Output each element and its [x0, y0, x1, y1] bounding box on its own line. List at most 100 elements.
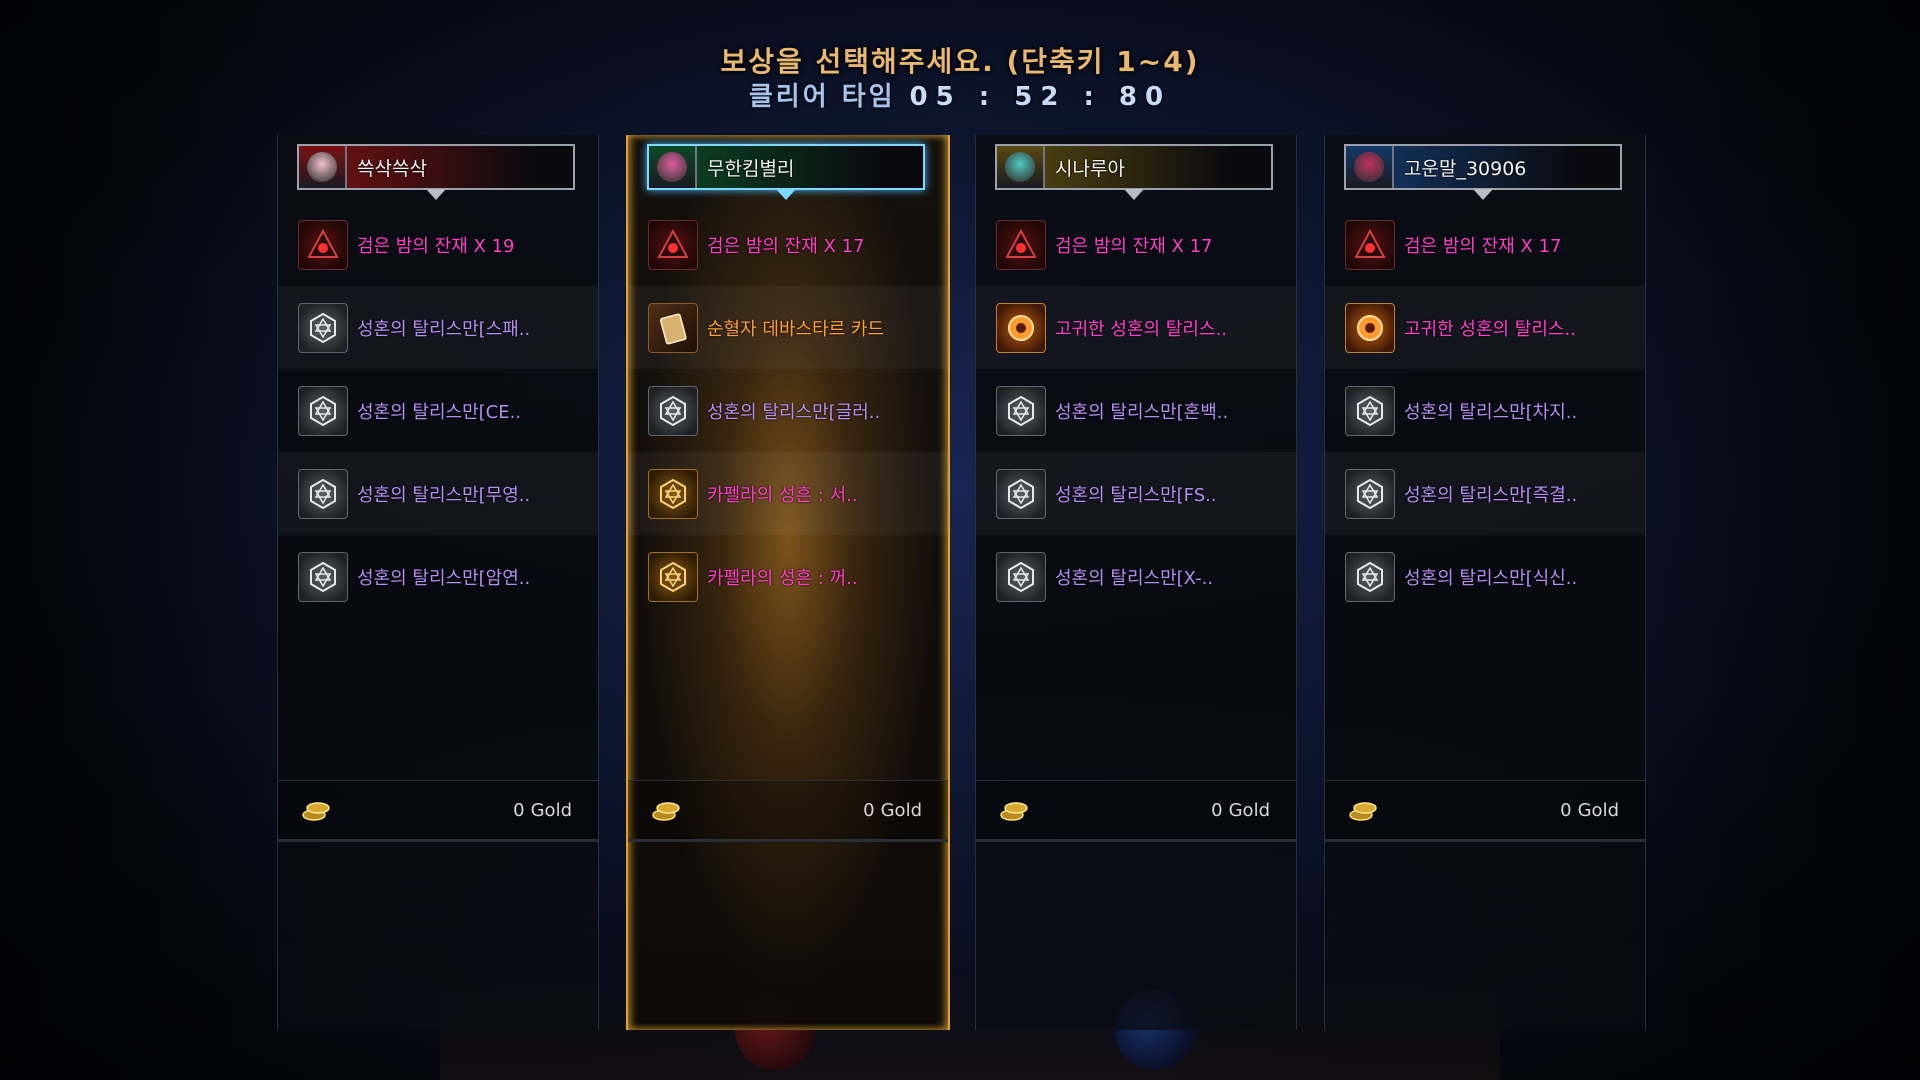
reward-item[interactable]: 카펠라의 성흔 : 꺼..: [628, 535, 948, 618]
dark-remnant-icon: [1345, 219, 1395, 270]
dark-remnant-icon: [648, 219, 698, 270]
nameplate-pointer-icon: [1473, 189, 1493, 200]
reward-item-name: 검은 밤의 잔재 X 19: [357, 235, 515, 257]
gold-value: 0: [1211, 799, 1223, 821]
reward-item-name: 성혼의 탈리스만[혼백..: [1055, 401, 1229, 423]
gold-coin-icon: [1347, 798, 1379, 822]
reward-panel-3[interactable]: 시나루아검은 밤의 잔재 X 17 고귀한 성혼의 탈리스.. 성혼의 탈리스만[혼…: [975, 135, 1297, 1030]
gold-reward: 0 Gold: [976, 780, 1296, 842]
hexagram-talisman-icon: [1345, 385, 1395, 436]
nameplate-pointer-icon: [776, 189, 796, 200]
avatar-face-icon: [307, 152, 337, 182]
hexagram-talisman-icon: [1345, 468, 1395, 519]
gold-amount: 0 Gold: [513, 800, 572, 821]
reward-item[interactable]: 고귀한 성혼의 탈리스..: [976, 286, 1296, 369]
gold-value: 0: [513, 799, 525, 821]
reward-item-name: 카펠라의 성흔 : 서..: [707, 484, 858, 506]
reward-item-name: 성혼의 탈리스만[즉결..: [1404, 484, 1578, 506]
reward-item[interactable]: 검은 밤의 잔재 X 19: [278, 203, 598, 286]
reward-item-name: 카펠라의 성흔 : 꺼..: [707, 567, 858, 589]
reward-item[interactable]: 성혼의 탈리스만[X-..: [976, 535, 1296, 618]
clear-time: 클리어 타임 05 : 52 : 80: [0, 76, 1920, 113]
reward-item[interactable]: 검은 밤의 잔재 X 17: [628, 203, 948, 286]
player-avatar: [1346, 146, 1394, 188]
reward-item[interactable]: 성혼의 탈리스만[CE..: [278, 369, 598, 452]
hexagram-talisman-icon: [298, 551, 348, 602]
reward-item-name: 검은 밤의 잔재 X 17: [707, 235, 865, 257]
hexagram-talisman-icon: [648, 385, 698, 436]
reward-item[interactable]: 검은 밤의 잔재 X 17: [1325, 203, 1645, 286]
nameplate-pointer-icon: [1124, 189, 1144, 200]
player-avatar: [997, 146, 1045, 188]
reward-item[interactable]: 성혼의 탈리스만[혼백..: [976, 369, 1296, 452]
player-avatar: [649, 146, 697, 188]
reward-item-name: 순혈자 데바스타르 카드: [707, 318, 885, 340]
reward-select-title: 보상을 선택해주세요. (단축키 1~4): [720, 45, 1200, 78]
reward-panel-2[interactable]: 무한킴별리검은 밤의 잔재 X 17 순혈자 데바스타르 카드성혼의 탈리스만[글…: [626, 135, 950, 1030]
reward-item-name: 성혼의 탈리스만[암연..: [357, 567, 531, 589]
player-avatar: [299, 146, 347, 188]
gold-unit: Gold: [1228, 799, 1270, 821]
noble-talisman-icon: [1345, 302, 1395, 353]
reward-item[interactable]: 고귀한 성혼의 탈리스..: [1325, 286, 1645, 369]
gold-unit: Gold: [530, 799, 572, 821]
reward-item[interactable]: 검은 밤의 잔재 X 17: [976, 203, 1296, 286]
avatar-face-icon: [657, 152, 687, 182]
reward-item-name: 검은 밤의 잔재 X 17: [1055, 235, 1213, 257]
reward-item[interactable]: 성혼의 탈리스만[FS..: [976, 452, 1296, 535]
capella-stigma-icon: [648, 468, 698, 519]
reward-item[interactable]: 성혼의 탈리스만[식신..: [1325, 535, 1645, 618]
reward-item-name: 성혼의 탈리스만[CE..: [357, 401, 522, 423]
card-icon: [648, 302, 698, 353]
reward-item-name: 검은 밤의 잔재 X 17: [1404, 235, 1562, 257]
hexagram-talisman-icon: [298, 468, 348, 519]
reward-item[interactable]: 순혈자 데바스타르 카드: [628, 286, 948, 369]
gold-coin-icon: [300, 798, 332, 822]
player-nameplate: 쓱삭쓱삭: [297, 144, 575, 200]
reward-panel-4[interactable]: 고운말_30906 검은 밤의 잔재 X 17 고귀한 성혼의 탈리스.. 성혼의 탈…: [1324, 135, 1646, 1030]
reward-item-name: 고귀한 성혼의 탈리스..: [1055, 318, 1227, 340]
player-name: 쓱삭쓱삭: [357, 157, 427, 180]
reward-item-name: 성혼의 탈리스만[글러..: [707, 401, 881, 423]
reward-item[interactable]: 성혼의 탈리스만[글러..: [628, 369, 948, 452]
gold-reward: 0 Gold: [628, 780, 948, 842]
reward-item[interactable]: 성혼의 탈리스만[차지..: [1325, 369, 1645, 452]
reward-item-name: 고귀한 성혼의 탈리스..: [1404, 318, 1576, 340]
dark-remnant-icon: [996, 219, 1046, 270]
reward-panel-1[interactable]: 쓱삭쓱삭검은 밤의 잔재 X 19 성혼의 탈리스만[스패.. 성혼의 탈리스만[C…: [277, 135, 599, 1030]
reward-item-name: 성혼의 탈리스만[스패..: [357, 318, 531, 340]
player-name: 무한킴별리: [707, 157, 795, 180]
player-nameplate: 시나루아: [995, 144, 1273, 200]
reward-item[interactable]: 성혼의 탈리스만[스패..: [278, 286, 598, 369]
reward-item-name: 성혼의 탈리스만[FS..: [1055, 484, 1217, 506]
reward-item[interactable]: 카펠라의 성흔 : 서..: [628, 452, 948, 535]
gold-coin-icon: [998, 798, 1030, 822]
hexagram-talisman-icon: [1345, 551, 1395, 602]
clear-time-value: 05 : 52 : 80: [909, 82, 1172, 112]
capella-stigma-icon: [648, 551, 698, 602]
reward-item[interactable]: 성혼의 탈리스만[무영..: [278, 452, 598, 535]
hexagram-talisman-icon: [298, 385, 348, 436]
gold-value: 0: [863, 799, 875, 821]
gold-amount: 0 Gold: [1560, 800, 1619, 821]
gold-reward: 0 Gold: [1325, 780, 1645, 842]
reward-item-name: 성혼의 탈리스만[무영..: [357, 484, 531, 506]
reward-item[interactable]: 성혼의 탈리스만[암연..: [278, 535, 598, 618]
player-nameplate: 고운말_30906: [1344, 144, 1622, 200]
dark-remnant-icon: [298, 219, 348, 270]
player-name: 고운말_30906: [1404, 157, 1527, 180]
reward-item-name: 성혼의 탈리스만[차지..: [1404, 401, 1578, 423]
reward-item-name: 성혼의 탈리스만[X-..: [1055, 567, 1214, 589]
hexagram-talisman-icon: [996, 385, 1046, 436]
gold-value: 0: [1560, 799, 1572, 821]
reward-item[interactable]: 성혼의 탈리스만[즉결..: [1325, 452, 1645, 535]
gold-coin-icon: [650, 798, 682, 822]
noble-talisman-icon: [996, 302, 1046, 353]
gold-unit: Gold: [880, 799, 922, 821]
gold-amount: 0 Gold: [863, 800, 922, 821]
gold-reward: 0 Gold: [278, 780, 598, 842]
clear-time-label: 클리어 타임: [748, 82, 896, 112]
avatar-face-icon: [1005, 152, 1035, 182]
player-nameplate: 무한킴별리: [647, 144, 925, 200]
hexagram-talisman-icon: [996, 468, 1046, 519]
